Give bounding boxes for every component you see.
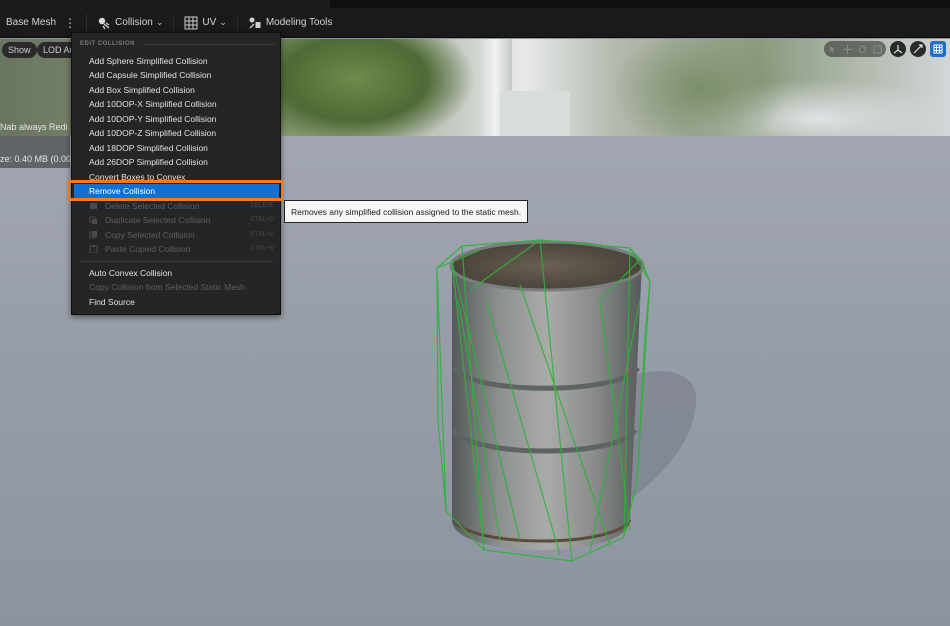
delete-icon (90, 203, 97, 209)
menu-item-label: Copy Collision from Selected Static Mesh (89, 282, 245, 292)
toolbar-divider (86, 13, 88, 32)
menu-item-label: Add 18DOP Simplified Collision (89, 143, 208, 153)
collision-icon (98, 17, 110, 29)
menu-item-label: Add 26DOP Simplified Collision (89, 157, 208, 167)
menu-item-convert-boxes[interactable]: Convert Boxes to Convex (72, 170, 280, 184)
menu-item-copy-from-mesh[interactable]: Copy Collision from Selected Static Mesh (72, 280, 280, 294)
menu-item-add-capsule[interactable]: Add Capsule Simplified Collision (72, 68, 280, 82)
menu-item-label: Add Sphere Simplified Collision (89, 56, 208, 66)
header-rule (143, 43, 275, 45)
menu-item-label: Add Box Simplified Collision (89, 85, 195, 95)
active-tab-strip (0, 0, 330, 8)
shortcut-label: DELETE (250, 203, 274, 209)
menu-section-header: EDIT COLLISION (80, 41, 275, 47)
menu-item-add-10dop-y[interactable]: Add 10DOP-Y Simplified Collision (72, 112, 280, 126)
copy-icon (89, 231, 97, 239)
menu-item-label: Paste Copied Collision (105, 244, 191, 254)
static-mesh-editor: Base Mesh ⋮ Collision ⌄ UV ⌄ Modeling To… (0, 0, 950, 626)
menu-divider (80, 261, 273, 262)
menu-item-copy-selected[interactable]: Copy Selected Collision CTRL+C (72, 228, 280, 242)
uv-grid-icon (184, 16, 198, 29)
modeling-tools-icon (249, 17, 261, 28)
chevron-down-icon: ⌄ (219, 17, 227, 27)
toolbar-divider (173, 13, 175, 32)
shortcut-label: CTRL+D (250, 217, 274, 223)
menu-item-paste-copied[interactable]: Paste Copied Collision CTRL+V (72, 242, 280, 256)
menu-item-label: Delete Selected Collision (105, 201, 200, 211)
menu-item-label: Add 10DOP-Z Simplified Collision (89, 128, 217, 138)
menu-item-label: Convert Boxes to Convex (89, 172, 186, 182)
menu-item-label: Add 10DOP-Y Simplified Collision (89, 114, 217, 124)
tooltip-text: Removes any simplified collision assigne… (291, 206, 522, 217)
menu-item-add-10dop-z[interactable]: Add 10DOP-Z Simplified Collision (72, 126, 280, 140)
collision-label: Collision (115, 17, 153, 28)
toolbar-divider (236, 13, 238, 32)
window-title-strip (0, 0, 950, 8)
menu-item-label: Copy Selected Collision (105, 230, 195, 240)
menu-item-label: Find Source (89, 297, 135, 307)
kebab-menu-icon[interactable]: ⋮ (64, 16, 76, 30)
menu-item-add-18dop[interactable]: Add 18DOP Simplified Collision (72, 141, 280, 155)
menu-item-label: Remove Collision (89, 186, 156, 196)
base-mesh-button[interactable]: Base Mesh ⋮ (0, 8, 82, 37)
duplicate-icon (89, 216, 97, 224)
collision-menu: EDIT COLLISION Add Sphere Simplified Col… (71, 32, 281, 315)
menu-item-add-sphere[interactable]: Add Sphere Simplified Collision (72, 54, 280, 68)
shortcut-label: CTRL+C (250, 232, 274, 238)
shortcut-label: CTRL+V (250, 246, 274, 252)
section-header-label: EDIT COLLISION (80, 41, 135, 47)
menu-item-label: Auto Convex Collision (89, 268, 173, 278)
chevron-down-icon: ⌄ (155, 17, 164, 27)
menu-tooltip: Removes any simplified collision assigne… (284, 200, 529, 223)
menu-item-add-10dop-x[interactable]: Add 10DOP-X Simplified Collision (72, 97, 280, 111)
menu-item-delete-selected[interactable]: Delete Selected Collision DELETE (72, 199, 280, 213)
menu-item-duplicate-selected[interactable]: Duplicate Selected Collision CTRL+D (72, 213, 280, 227)
menu-item-label: Add Capsule Simplified Collision (89, 70, 212, 80)
menu-item-remove-collision[interactable]: Remove Collision (74, 184, 279, 198)
menu-item-label: Add 10DOP-X Simplified Collision (89, 99, 217, 109)
paste-icon (89, 245, 98, 253)
menu-item-find-source[interactable]: Find Source (72, 295, 280, 309)
menu-item-auto-convex[interactable]: Auto Convex Collision (72, 266, 280, 280)
menu-item-add-box[interactable]: Add Box Simplified Collision (72, 83, 280, 97)
modeling-tools-label: Modeling Tools (265, 17, 333, 28)
uv-label: UV (202, 17, 217, 28)
base-mesh-label: Base Mesh (6, 17, 57, 28)
menu-item-label: Duplicate Selected Collision (105, 215, 211, 225)
menu-item-add-26dop[interactable]: Add 26DOP Simplified Collision (72, 155, 280, 169)
